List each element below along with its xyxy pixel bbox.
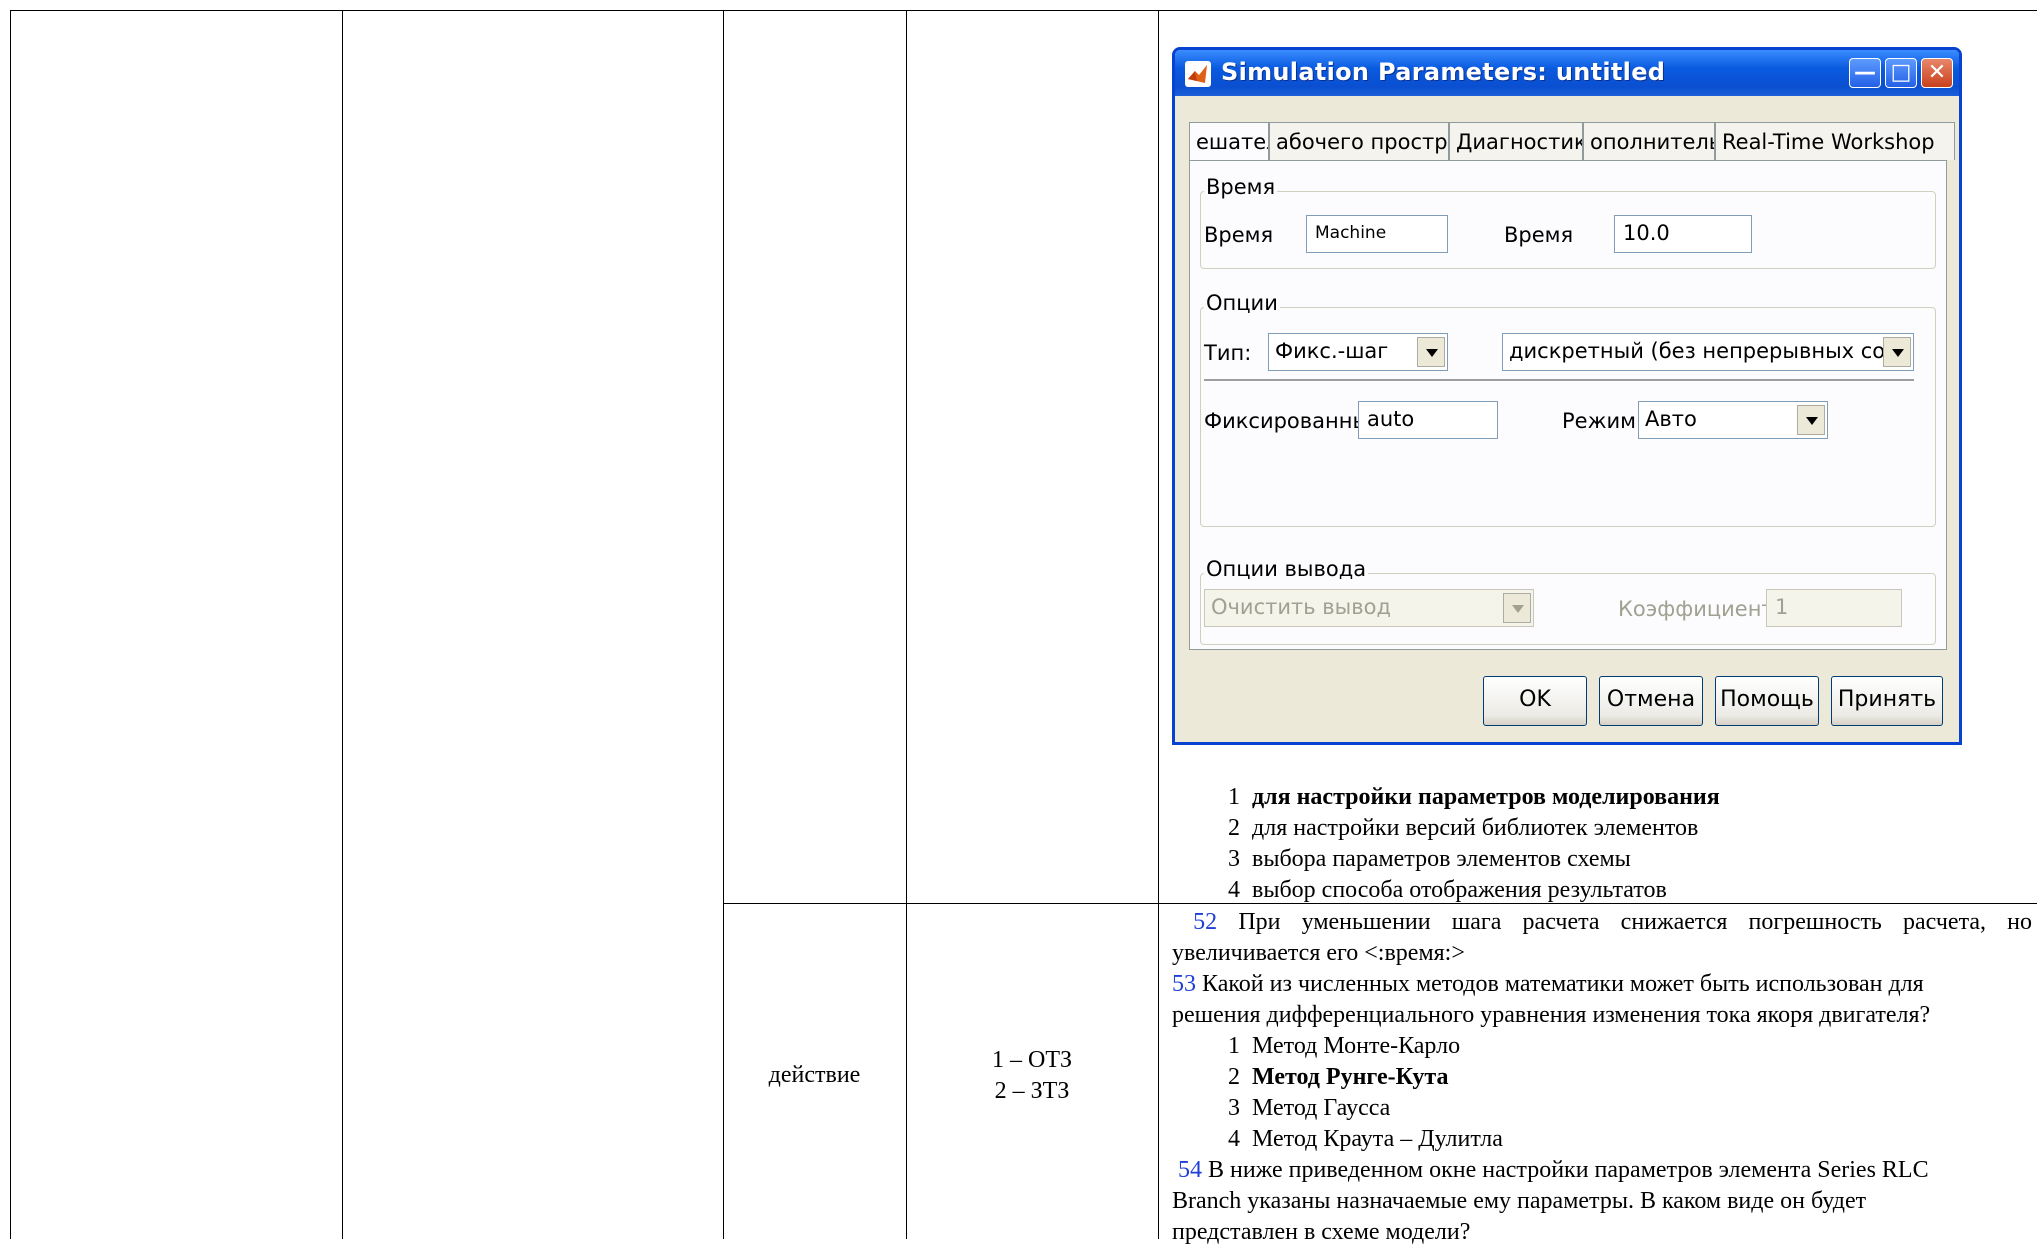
question-number: 52: [1193, 909, 1218, 935]
stop-time-label: Время: [1504, 223, 1574, 247]
options-group-label: Опции: [1204, 291, 1280, 315]
cancel-button[interactable]: Отмена: [1599, 676, 1703, 726]
maximize-icon: □: [1890, 60, 1912, 85]
question-number: 53: [1172, 971, 1196, 997]
type-select[interactable]: Фикс.-шаг: [1268, 333, 1448, 371]
stop-time-input[interactable]: 10.0: [1614, 215, 1752, 253]
q53-line-2: решения дифференциального уравнения изме…: [1172, 1002, 1931, 1028]
chevron-down-icon[interactable]: [1883, 337, 1911, 367]
solver-panel: Время Время Machine Время 10.0 Опции Тип…: [1189, 160, 1947, 650]
q53-line-1: 53 Какой из численных методов математики…: [1172, 971, 1924, 997]
close-button[interactable]: ✕: [1921, 58, 1953, 88]
tab-advanced[interactable]: ополнитель: [1583, 122, 1715, 160]
output-options-select[interactable]: Очистить вывод: [1204, 589, 1534, 627]
mode-label: Режим:: [1562, 409, 1644, 433]
chevron-down-icon[interactable]: [1417, 337, 1445, 367]
solver-select[interactable]: дискретный (без непрерывных сос: [1502, 333, 1914, 371]
output-options-label: Опции вывода: [1204, 557, 1369, 581]
dialog-titlebar[interactable]: Simulation Parameters: untitled — □ ✕: [1175, 50, 1959, 96]
table-border-col1: [10, 10, 11, 1239]
answer-option: 3 выбора параметров элементов схемы: [1228, 846, 1631, 872]
fixed-step-label: Фиксированнь: [1204, 409, 1365, 433]
matlab-logo-icon: [1185, 61, 1211, 87]
help-button[interactable]: Помощь: [1715, 676, 1819, 726]
chevron-down-icon[interactable]: [1797, 405, 1825, 435]
fixed-step-input[interactable]: auto: [1358, 401, 1498, 439]
table-border-col3: [723, 10, 724, 1239]
mode-select[interactable]: Авто: [1638, 401, 1828, 439]
test-type-cell: 1 – ОТЗ 2 – ЗТЗ: [906, 1045, 1158, 1107]
table-top-border: [10, 10, 2037, 11]
simulation-parameters-dialog: Simulation Parameters: untitled — □ ✕ еш…: [1172, 47, 1962, 745]
refine-factor-input[interactable]: 1: [1766, 589, 1902, 627]
mode-select-value: Авто: [1645, 407, 1697, 431]
options-separator: [1204, 379, 1914, 382]
q54-line-3: представлен в схеме модели?: [1172, 1219, 1471, 1245]
refine-factor-label: Коэффициент: [1618, 597, 1774, 621]
time-group-label: Время: [1204, 175, 1278, 199]
action-cell: действие: [723, 1060, 906, 1091]
type-label: Тип:: [1204, 341, 1252, 365]
answer-option: 4 выбор способа отображения результатов: [1228, 877, 1667, 903]
answer-option: 4 Метод Краута – Дулитла: [1228, 1126, 1503, 1152]
maximize-button[interactable]: □: [1885, 58, 1917, 88]
answer-option: 2 Метод Рунге-Кута: [1228, 1064, 1449, 1090]
q54-line-2: Branch указаны назначаемые ему параметры…: [1172, 1188, 1867, 1214]
output-options-select-value: Очистить вывод: [1211, 595, 1391, 619]
dialog-title: Simulation Parameters: untitled: [1221, 58, 1666, 86]
answer-option: 3 Метод Гаусса: [1228, 1095, 1391, 1121]
question-number: 54: [1178, 1157, 1202, 1183]
q52-line-1: 52 При уменьшении шага расчета снижается…: [1193, 909, 2033, 935]
q54-line-1: 54 В ниже приведенном окне настройки пар…: [1178, 1157, 1929, 1183]
start-time-label: Время: [1204, 223, 1274, 247]
test-type-line-2: 2 – ЗТЗ: [994, 1078, 1070, 1104]
solver-select-value: дискретный (без непрерывных сос: [1509, 339, 1897, 363]
ok-button[interactable]: OK: [1483, 676, 1587, 726]
answers-q51: 1 для настройки параметров моделирования…: [1228, 782, 2028, 906]
table-border-col5: [1158, 10, 1159, 1239]
answer-option: 1 для настройки параметров моделирования: [1228, 784, 1720, 810]
minimize-button[interactable]: —: [1849, 58, 1881, 88]
q52-line-2: увеличивается его <:время:>: [1172, 940, 1465, 966]
answer-option: 2 для настройки версий библиотек элемент…: [1228, 815, 1699, 841]
start-time-input[interactable]: Machine: [1306, 215, 1448, 253]
type-select-value: Фикс.-шаг: [1275, 339, 1389, 363]
tab-solver[interactable]: ешател: [1189, 122, 1269, 162]
test-type-line-1: 1 – ОТЗ: [991, 1047, 1072, 1073]
action-label: действие: [768, 1062, 861, 1088]
close-icon: ✕: [1927, 60, 1947, 85]
chevron-down-icon[interactable]: [1503, 593, 1531, 623]
minimize-icon: —: [1854, 60, 1876, 85]
tab-workspace[interactable]: абочего простра: [1269, 122, 1449, 160]
questions-cell: 52 При уменьшении шага расчета снижается…: [1172, 907, 2032, 1248]
apply-button[interactable]: Принять: [1831, 676, 1943, 726]
tab-diagnostics[interactable]: Диагностика: [1449, 122, 1583, 160]
table-border-col2: [342, 10, 343, 1239]
tab-real-time-workshop[interactable]: Real-Time Workshop: [1715, 122, 1955, 160]
answer-option: 1 Метод Монте-Карло: [1228, 1033, 1461, 1059]
